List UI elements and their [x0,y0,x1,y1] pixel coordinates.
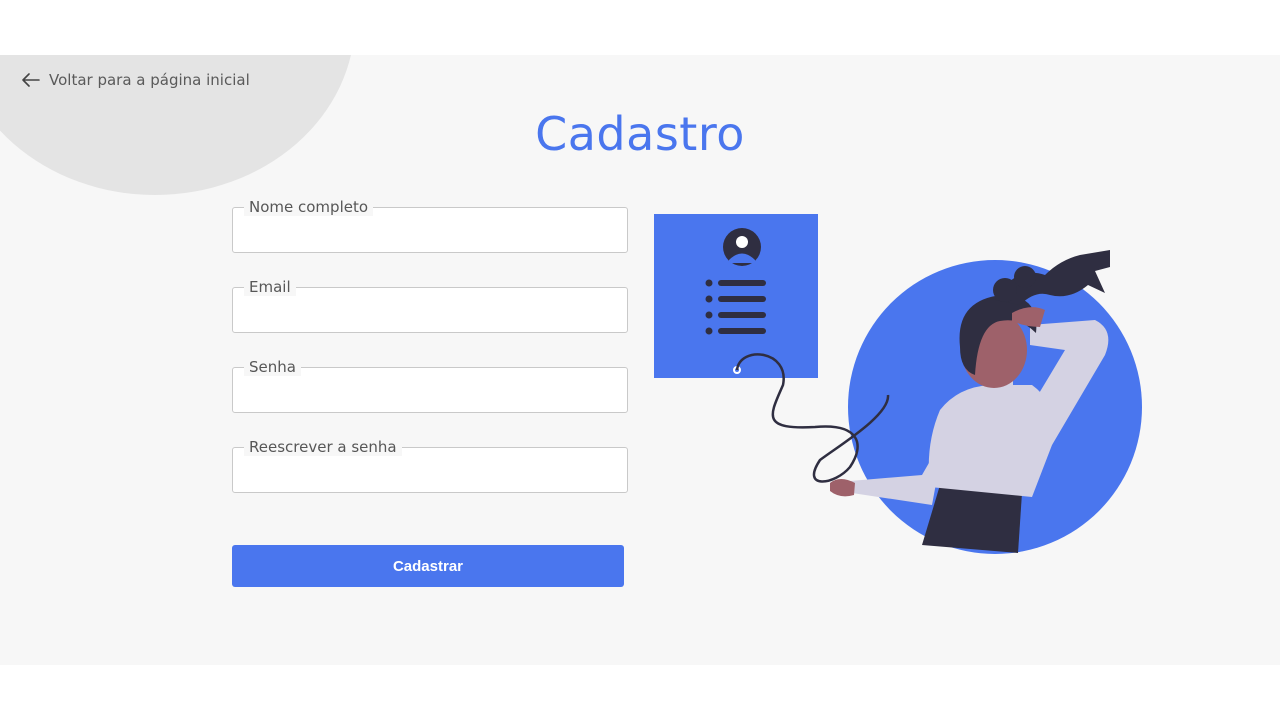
password-field: Senha [232,358,628,413]
email-field: Email [232,278,628,333]
confirm-password-field: Reescrever a senha [232,438,628,493]
page-title: Cadastro [535,107,745,161]
full-name-field: Nome completo [232,198,628,253]
back-to-home-link[interactable]: Voltar para a página inicial [22,71,250,89]
profile-card-icon [654,214,818,378]
confirm-password-label: Reescrever a senha [244,438,402,456]
email-label: Email [244,278,296,296]
back-link-label: Voltar para a página inicial [49,71,250,89]
submit-button[interactable]: Cadastrar [232,545,624,587]
signup-illustration [654,214,1142,554]
arrow-left-icon [22,73,40,87]
signup-page: Voltar para a página inicial Cadastro No… [0,55,1280,665]
password-label: Senha [244,358,301,376]
full-name-label: Nome completo [244,198,374,216]
signup-form: Nome completo Email Senha Reescrever a s… [232,198,628,527]
